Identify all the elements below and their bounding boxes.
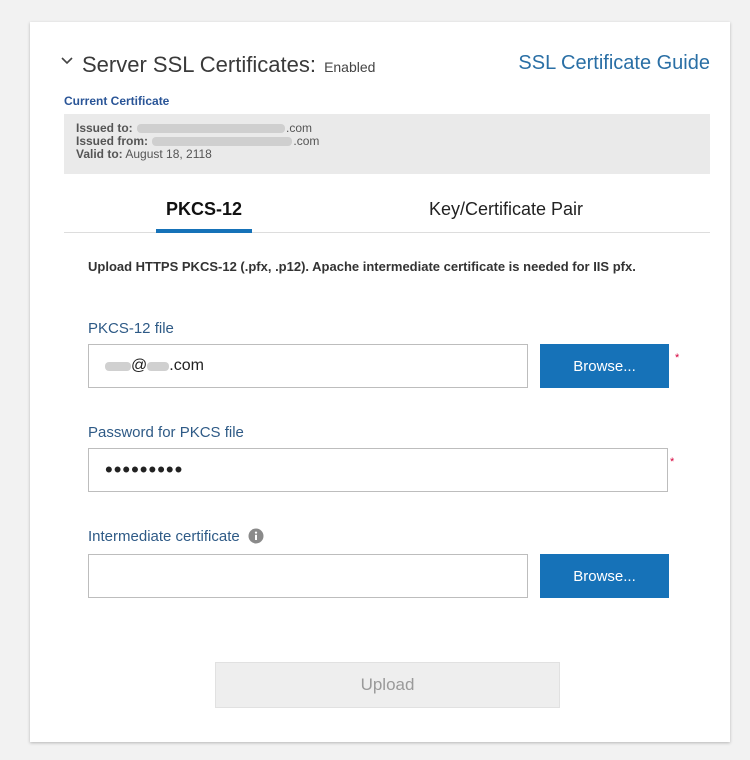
issued-to-row: Issued to: .com — [76, 122, 698, 135]
issued-to-suffix: .com — [286, 121, 313, 135]
intermediate-browse-button[interactable]: Browse... — [540, 554, 669, 598]
issued-from-label: Issued from: — [76, 134, 149, 148]
current-certificate-label: Current Certificate — [64, 94, 170, 108]
password-input[interactable]: ••••••••• — [88, 448, 668, 492]
pkcs-browse-button[interactable]: Browse... — [540, 344, 669, 388]
info-icon[interactable] — [248, 528, 264, 544]
valid-to-label: Valid to: — [76, 147, 123, 161]
tab-key-certificate-pair[interactable]: Key/Certificate Pair — [429, 196, 629, 232]
pkcs-file-input[interactable]: @ .com — [88, 344, 528, 388]
issued-from-suffix: .com — [293, 134, 320, 148]
redacted-text — [147, 361, 170, 371]
intermediate-certificate-label: Intermediate certificate — [88, 528, 240, 545]
chevron-down-icon[interactable] — [60, 54, 74, 68]
redacted-domain — [152, 137, 293, 147]
valid-to-value: August 18, 2118 — [125, 147, 212, 161]
section-header: Server SSL Certificates: Enabled SSL Cer… — [60, 52, 710, 80]
certificate-tabs: PKCS-12 Key/Certificate Pair — [64, 196, 710, 233]
redacted-domain — [137, 124, 286, 134]
intermediate-certificate-label-row: Intermediate certificate — [88, 528, 264, 545]
section-title: Server SSL Certificates: Enabled — [82, 52, 375, 78]
tab-pkcs-12[interactable]: PKCS-12 — [156, 196, 252, 233]
current-certificate-box: Issued to: .com Issued from: .com Valid … — [64, 114, 710, 174]
upload-button[interactable]: Upload — [215, 662, 560, 708]
required-marker: * — [675, 352, 680, 364]
pkcs-file-suffix: .com — [169, 357, 204, 374]
password-label: Password for PKCS file — [88, 424, 244, 441]
section-title-text: Server SSL Certificates: — [82, 52, 316, 77]
pkcs-file-at: @ — [131, 357, 148, 374]
valid-to-row: Valid to: August 18, 2118 — [76, 148, 698, 161]
upload-instructions: Upload HTTPS PKCS-12 (.pfx, .p12). Apach… — [88, 259, 636, 274]
intermediate-certificate-input[interactable] — [88, 554, 528, 598]
redacted-text — [105, 361, 131, 371]
status-badge: Enabled — [324, 59, 376, 75]
ssl-settings-card: Server SSL Certificates: Enabled SSL Cer… — [30, 22, 730, 742]
pkcs-file-label: PKCS-12 file — [88, 320, 174, 337]
issued-to-label: Issued to: — [76, 121, 133, 135]
ssl-guide-link[interactable]: SSL Certificate Guide — [518, 52, 710, 75]
required-marker: * — [670, 456, 675, 468]
